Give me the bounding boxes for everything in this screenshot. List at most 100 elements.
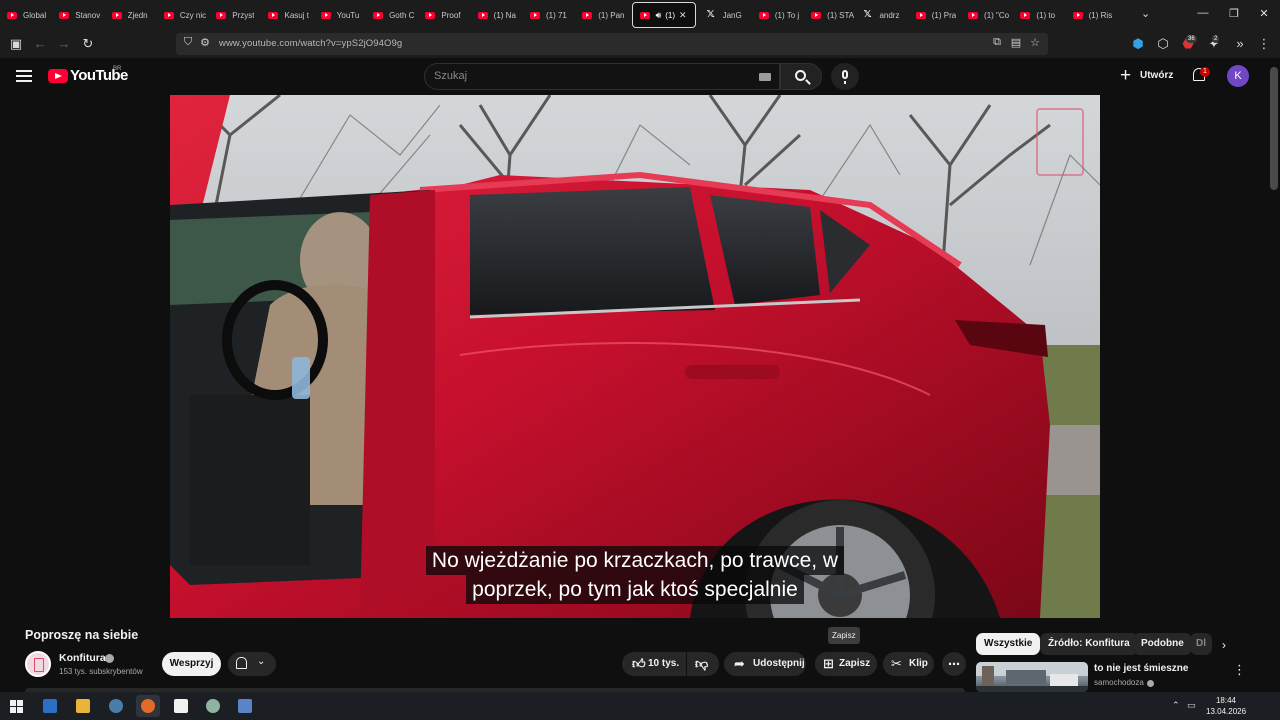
browser-tab[interactable]: Proof bbox=[418, 2, 470, 28]
back-icon[interactable]: ← bbox=[32, 35, 48, 53]
recommendation-channel[interactable]: samochodoza bbox=[1094, 678, 1144, 687]
network-app-icon[interactable] bbox=[201, 695, 225, 717]
create-button[interactable]: + Utwórz bbox=[1116, 64, 1176, 88]
more-vertical-icon[interactable]: ⋮ bbox=[1233, 662, 1246, 678]
hamburger-menu-icon[interactable] bbox=[16, 70, 32, 82]
chip-more[interactable]: Dl bbox=[1190, 633, 1212, 655]
subscriber-count: 153 tys. subskrybentów bbox=[59, 667, 143, 676]
tab-label: Global bbox=[23, 10, 47, 20]
browser-tab[interactable]: Zjedn bbox=[105, 2, 157, 28]
youtube-logo-icon[interactable] bbox=[48, 69, 68, 83]
tab-label: (1) Ris bbox=[1088, 10, 1113, 20]
browser-tab[interactable]: Global bbox=[0, 2, 52, 28]
verified-check-icon bbox=[105, 654, 114, 663]
notion-icon[interactable] bbox=[169, 695, 193, 717]
app-menu-icon[interactable]: ⋮ bbox=[1256, 35, 1272, 53]
tab-label: (1) "Co bbox=[984, 10, 1010, 20]
channel-avatar[interactable] bbox=[25, 651, 51, 677]
picture-in-picture-icon[interactable]: ⧉ bbox=[990, 36, 1004, 49]
url-text[interactable]: www.youtube.com/watch?v=ypS2jO94O9g bbox=[219, 38, 402, 49]
tab-label: (1) To j bbox=[774, 10, 800, 20]
video-player[interactable]: No wjeżdżanie po krzaczkach, po trawce, … bbox=[170, 95, 1100, 618]
browser-tab[interactable]: 𝕏 JanG bbox=[700, 2, 752, 28]
channel-name[interactable]: Konfitura bbox=[59, 652, 106, 664]
search-button[interactable] bbox=[780, 63, 822, 90]
browser-tab[interactable]: (1) To j bbox=[752, 2, 804, 28]
chevron-right-icon[interactable]: › bbox=[1222, 638, 1226, 652]
windows-start-icon[interactable] bbox=[4, 695, 28, 717]
account-avatar[interactable]: K bbox=[1227, 65, 1249, 87]
browser-tab[interactable]: (1) 71 bbox=[523, 2, 575, 28]
chip-similar[interactable]: Podobne bbox=[1133, 633, 1192, 655]
close-tab-icon[interactable]: ✕ bbox=[679, 10, 687, 21]
dislike-button[interactable]: 👎︎ bbox=[687, 652, 719, 676]
sidebar-toggle-icon[interactable]: ▣ bbox=[8, 35, 24, 53]
voice-search-button[interactable] bbox=[831, 63, 859, 90]
address-bar[interactable]: ⛉ ⚙ www.youtube.com/watch?v=ypS2jO94O9g … bbox=[176, 33, 1048, 55]
notification-count-badge: 1 bbox=[1200, 67, 1210, 77]
forward-icon[interactable]: → bbox=[56, 35, 72, 53]
chevron-down-icon[interactable]: ⌄ bbox=[1141, 7, 1150, 20]
tab-label: andrz bbox=[879, 10, 900, 20]
browser-tab[interactable]: Przyst bbox=[209, 2, 261, 28]
share-button[interactable]: ➦ Udostępnij bbox=[724, 652, 806, 676]
browser-tab[interactable]: (1) STA bbox=[804, 2, 856, 28]
tab-label: (1) Na bbox=[493, 10, 516, 20]
recommendation-thumbnail[interactable] bbox=[976, 662, 1088, 692]
tray-chevron-up-icon[interactable]: ⌃ bbox=[1172, 700, 1180, 711]
browser-tab[interactable]: (1) Pra bbox=[909, 2, 961, 28]
youtube-icon bbox=[320, 11, 331, 19]
browser-tab[interactable]: Czy nic bbox=[157, 2, 209, 28]
tray-display-icon[interactable]: ▭ bbox=[1187, 700, 1196, 711]
steam-icon[interactable] bbox=[104, 695, 128, 717]
browser-tab[interactable]: (1) to bbox=[1013, 2, 1065, 28]
browser-tab[interactable]: (1) Na bbox=[471, 2, 523, 28]
subscription-bell-button[interactable]: ⌄ bbox=[228, 652, 276, 676]
video-title: Poproszę na siebie bbox=[25, 628, 139, 642]
youtube-icon bbox=[477, 11, 488, 19]
recommendation-title[interactable]: to nie jest śmieszne bbox=[1094, 663, 1188, 674]
chip-source[interactable]: Źródło: Konfitura bbox=[1040, 633, 1138, 655]
reload-icon[interactable]: ↻ bbox=[80, 35, 96, 53]
more-tools-icon[interactable]: » bbox=[1232, 35, 1248, 53]
reader-view-icon[interactable]: ▤ bbox=[1009, 36, 1023, 49]
system-clock[interactable]: 18:44 13.04.2026 bbox=[1206, 695, 1246, 717]
keyboard-icon[interactable] bbox=[759, 73, 771, 81]
browser-tab[interactable]: YouTu bbox=[314, 2, 366, 28]
page-scrollbar-thumb[interactable] bbox=[1270, 67, 1278, 190]
browser-tab[interactable]: (1) "Co bbox=[961, 2, 1013, 28]
restore-icon[interactable]: ❐ bbox=[1226, 7, 1242, 20]
chip-all[interactable]: Wszystkie bbox=[976, 633, 1041, 655]
more-actions-button[interactable]: ⋯ bbox=[942, 652, 966, 676]
browser-tab[interactable]: Stanov bbox=[52, 2, 104, 28]
like-button[interactable]: 👍︎ 10 tys. bbox=[622, 652, 686, 676]
browser-tab[interactable]: 🔊︎ (1) ✕ bbox=[631, 2, 696, 28]
clip-button[interactable]: ✂ Klip bbox=[883, 652, 934, 676]
close-icon[interactable]: ✕ bbox=[1256, 7, 1272, 20]
search-input[interactable]: Szukaj bbox=[434, 70, 467, 82]
join-button[interactable]: Wesprzyj bbox=[162, 652, 221, 676]
browser-tab[interactable]: Goth C bbox=[366, 2, 418, 28]
bookmark-star-icon[interactable]: ☆ bbox=[1028, 36, 1042, 49]
file-explorer-icon[interactable] bbox=[71, 695, 95, 717]
browser-tab[interactable]: 𝕏andrz bbox=[856, 2, 908, 28]
channel-watermark-logo[interactable] bbox=[1036, 108, 1084, 176]
scissors-icon: ✂ bbox=[891, 656, 902, 671]
save-button[interactable]: ⊞ Zapisz bbox=[815, 652, 877, 676]
firefox-icon[interactable] bbox=[136, 695, 160, 717]
site-settings-icon[interactable]: ⚙ bbox=[198, 36, 212, 49]
shield-icon[interactable]: ⛉ bbox=[181, 36, 195, 49]
browser-tab[interactable]: (1) Ris bbox=[1066, 2, 1118, 28]
browser-tab[interactable]: Kasuj t bbox=[261, 2, 313, 28]
calculator-icon[interactable] bbox=[233, 695, 257, 717]
extensions-icon[interactable]: ⬡ bbox=[1155, 35, 1171, 53]
browser-tab[interactable]: (1) Pan bbox=[575, 2, 627, 28]
search-box[interactable]: Szukaj bbox=[424, 63, 780, 90]
tab-label: Kasuj t bbox=[284, 10, 309, 20]
like-count: 10 tys. bbox=[648, 658, 680, 669]
speaker-icon[interactable]: 🔊︎ bbox=[656, 10, 662, 21]
tab-label: Goth C bbox=[389, 10, 415, 20]
minimize-icon[interactable]: — bbox=[1195, 7, 1211, 19]
monitor-app-icon[interactable] bbox=[38, 695, 62, 717]
vpn-shield-icon[interactable]: ⬢ bbox=[1130, 35, 1146, 53]
